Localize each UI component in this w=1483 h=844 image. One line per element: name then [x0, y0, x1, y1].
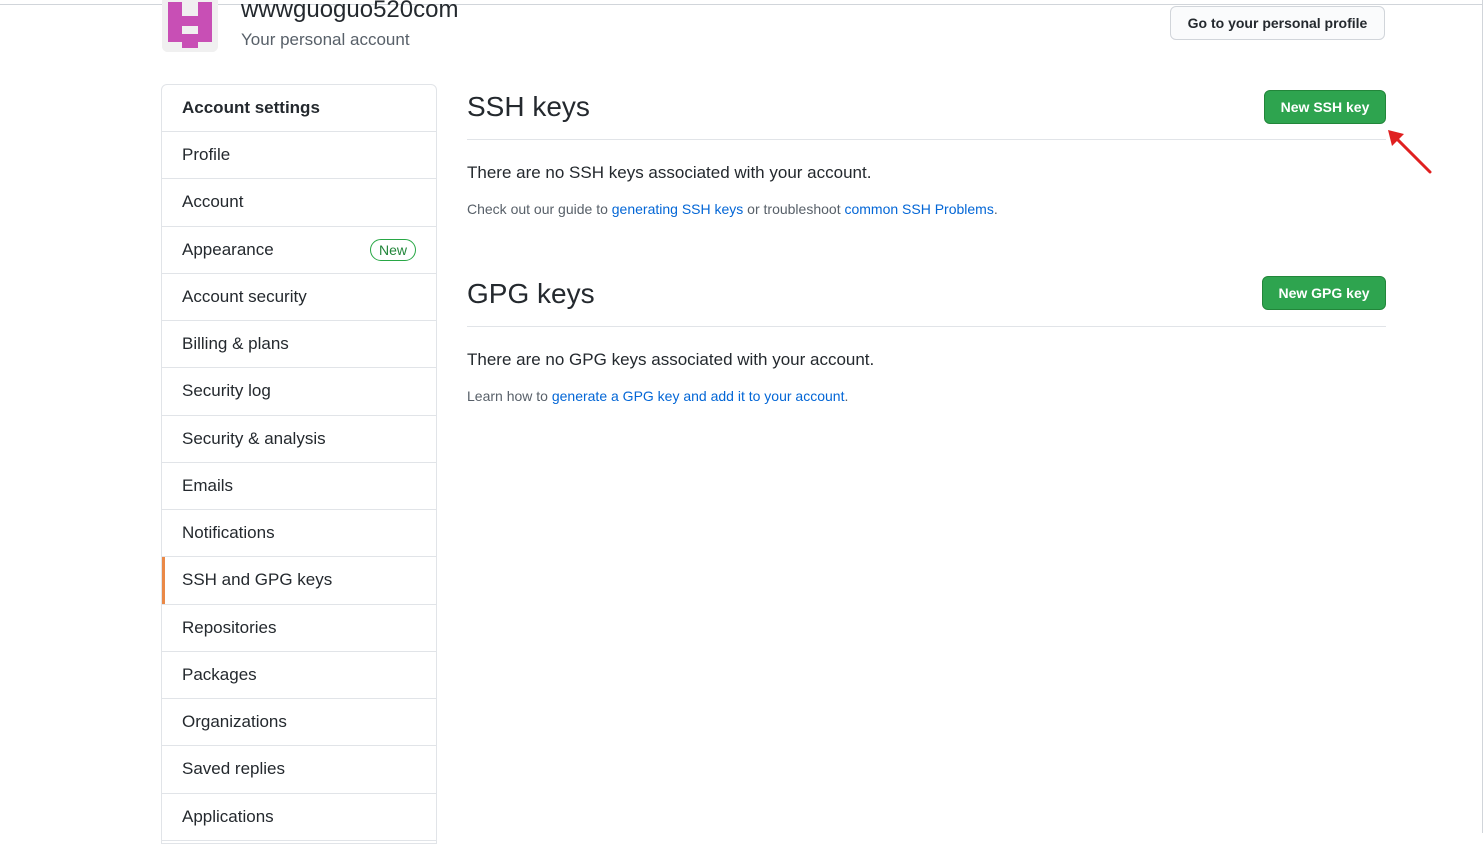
gpg-help-prefix: Learn how to — [467, 388, 552, 404]
sidebar-item-security-log[interactable]: Security log — [162, 368, 436, 416]
sidebar-item-label: Security log — [182, 381, 271, 401]
sidebar-item-saved-replies[interactable]: Saved replies — [162, 746, 436, 794]
sidebar-item-organizations[interactable]: Organizations — [162, 699, 436, 747]
sidebar-item-account-security[interactable]: Account security — [162, 274, 436, 321]
ssh-help-suffix: . — [993, 201, 998, 217]
sidebar-item-label: Account — [182, 192, 244, 212]
sidebar-item-label: Billing & plans — [182, 334, 289, 354]
gpg-help-suffix: . — [844, 388, 849, 404]
sidebar-item-security-analysis[interactable]: Security & analysis — [162, 416, 436, 463]
ssh-keys-heading: SSH keys — [467, 91, 590, 122]
gpg-section-divider — [467, 326, 1386, 327]
ssh-empty-message: There are no SSH keys associated with yo… — [467, 163, 872, 182]
sidebar-item-label: Emails — [182, 475, 234, 495]
ssh-help-text: Check out our guide to generating SSH ke… — [467, 201, 998, 217]
sidebar-item-label: Organizations — [182, 712, 287, 732]
sidebar-item-label: SSH and GPG keys — [182, 570, 333, 590]
sidebar-item-label: Appearance — [182, 239, 274, 259]
sidebar-item-label: Security & analysis — [182, 428, 326, 448]
sidebar-item-label: Profile — [182, 145, 231, 165]
go-to-profile-button[interactable]: Go to your personal profile — [1170, 6, 1385, 40]
new-gpg-key-button[interactable]: New GPG key — [1262, 276, 1386, 310]
sidebar-item-applications[interactable]: Applications — [162, 794, 436, 841]
account-name: wwwguoguo520com — [241, 0, 459, 23]
sidebar-item-profile[interactable]: Profile — [162, 132, 436, 180]
red-arrow-annotation-icon — [1388, 130, 1432, 174]
ssh-help-prefix: Check out our guide to — [467, 201, 612, 217]
gpg-keys-heading: GPG keys — [467, 278, 595, 309]
sidebar-item-label: Notifications — [182, 523, 275, 543]
common-ssh-problems-link[interactable]: common SSH Problems — [844, 201, 993, 217]
gpg-help-text: Learn how to generate a GPG key and add … — [467, 388, 848, 404]
sidebar-item-label: Saved replies — [182, 759, 286, 779]
sidebar-item-appearance[interactable]: Appearance New — [162, 227, 436, 274]
ssh-section-divider — [467, 139, 1386, 140]
sidebar-item-emails[interactable]: Emails — [162, 463, 436, 510]
account-subtitle: Your personal account — [241, 30, 410, 49]
sidebar-title: Account settings — [162, 85, 436, 132]
sidebar-item-notifications[interactable]: Notifications — [162, 510, 436, 558]
sidebar-item-ssh-gpg-keys[interactable]: SSH and GPG keys — [162, 557, 436, 605]
top-divider — [0, 4, 1483, 5]
gpg-empty-message: There are no GPG keys associated with yo… — [467, 350, 875, 369]
ssh-help-middle: or troubleshoot — [743, 201, 845, 217]
generating-ssh-keys-link[interactable]: generating SSH keys — [612, 201, 744, 217]
new-badge: New — [369, 238, 416, 261]
sidebar-item-label: Packages — [182, 664, 257, 684]
new-ssh-key-button[interactable]: New SSH key — [1264, 90, 1386, 124]
sidebar-item-label: Account security — [182, 286, 307, 306]
sidebar-item-repositories[interactable]: Repositories — [162, 605, 436, 652]
sidebar-item-account[interactable]: Account — [162, 179, 436, 227]
sidebar-item-label: Repositories — [182, 617, 277, 637]
sidebar-item-label: Applications — [182, 806, 274, 826]
sidebar-item-packages[interactable]: Packages — [162, 652, 436, 699]
sidebar-item-billing-plans[interactable]: Billing & plans — [162, 321, 436, 369]
identicon-avatar-icon — [162, 0, 218, 52]
avatar[interactable] — [162, 0, 218, 52]
settings-sidebar: Account settings Profile Account Appeara… — [161, 84, 437, 844]
generate-gpg-key-link[interactable]: generate a GPG key and add it to your ac… — [552, 388, 845, 404]
